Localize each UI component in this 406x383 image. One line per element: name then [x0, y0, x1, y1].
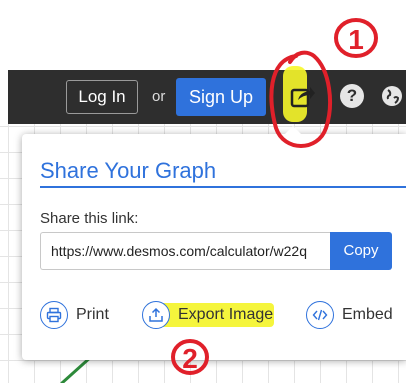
share-link-input[interactable] — [40, 232, 330, 270]
embed-label: Embed — [342, 306, 393, 323]
panel-title: Share Your Graph — [40, 158, 217, 183]
globe-icon[interactable] — [380, 84, 404, 108]
title-underline — [40, 186, 406, 188]
print-action[interactable]: Print — [40, 300, 109, 330]
embed-action[interactable]: Embed — [306, 300, 393, 330]
share-link-label: Share this link: — [40, 210, 139, 227]
share-panel: Share Your Graph Share this link: Copy P… — [22, 134, 406, 360]
top-header-bar: Log In or Sign Up ? — [8, 70, 406, 124]
or-separator: or — [152, 88, 166, 105]
printer-icon — [40, 301, 68, 329]
panel-caret — [284, 126, 302, 135]
help-icon[interactable]: ? — [340, 84, 364, 108]
export-image-label: Export Image — [178, 306, 274, 323]
upload-icon — [142, 301, 170, 329]
share-icon[interactable] — [290, 82, 316, 110]
code-icon — [306, 301, 334, 329]
signup-button[interactable]: Sign Up — [176, 78, 266, 116]
copy-button[interactable]: Copy — [330, 232, 392, 270]
export-image-action[interactable]: Export Image — [142, 300, 273, 330]
login-button[interactable]: Log In — [66, 80, 138, 114]
print-label: Print — [76, 306, 109, 323]
